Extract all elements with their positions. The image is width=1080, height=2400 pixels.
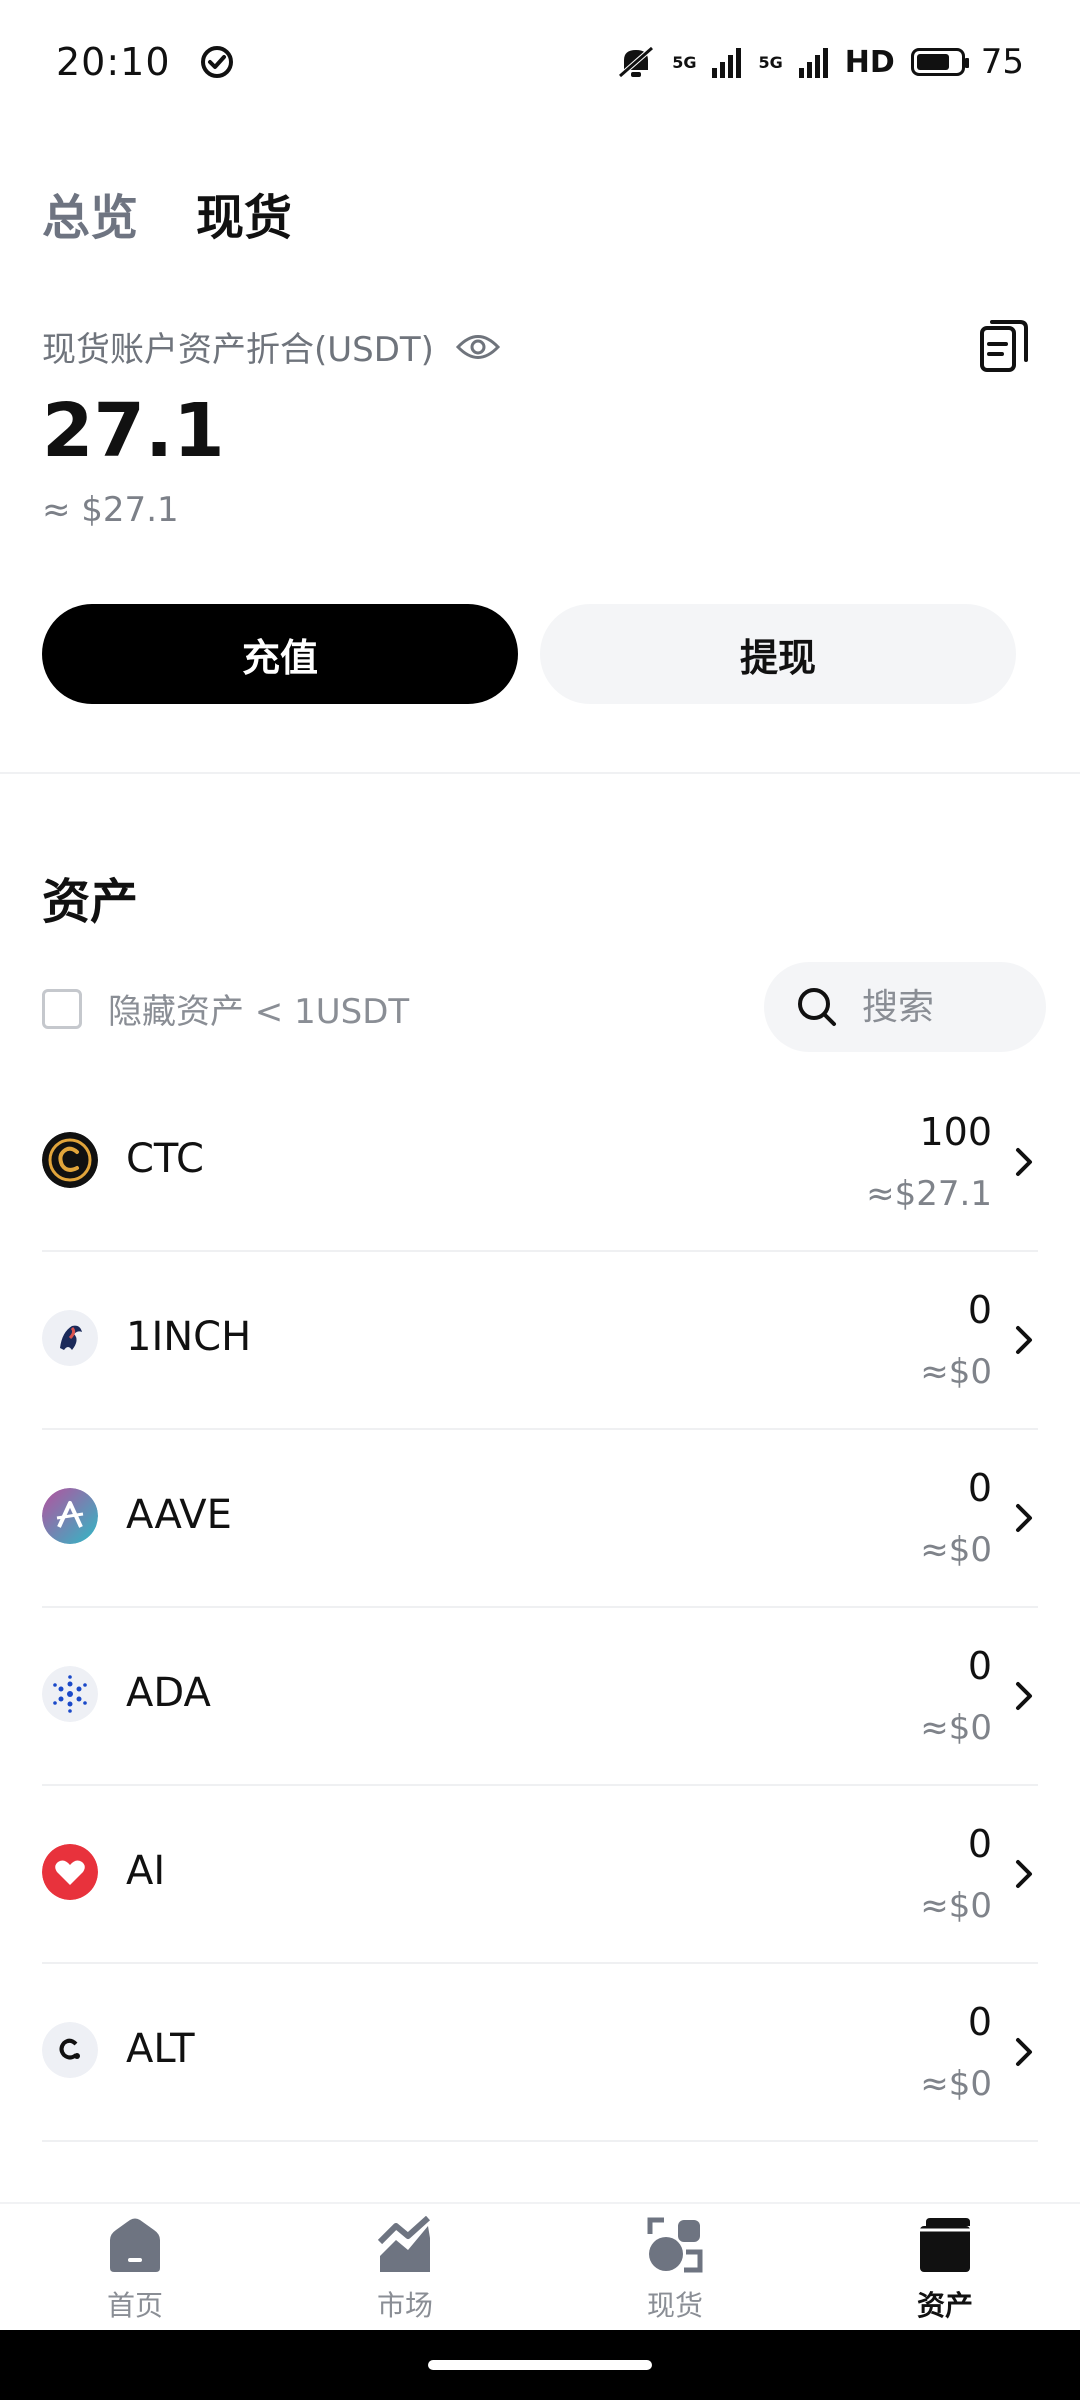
nav-item-market[interactable]: 市场	[270, 2204, 540, 2332]
coin-amount: 0	[967, 1822, 992, 1866]
nav-label: 市场	[376, 2289, 433, 2322]
chevron-right-icon	[1016, 1682, 1032, 1710]
coin-usd-value: ≈$27.1	[866, 1174, 992, 1214]
search-input[interactable]	[860, 985, 1014, 1029]
hide-small-assets-checkbox[interactable]	[42, 988, 82, 1029]
coin-amount: 0	[967, 1466, 992, 1510]
coin-usd-value: ≈$0	[920, 1530, 992, 1570]
chevron-right-icon	[1016, 1504, 1032, 1532]
balance-usd: ≈ $27.1	[42, 490, 179, 530]
coin-usd-value: ≈$0	[920, 1708, 992, 1748]
coin-usd-value: ≈$0	[920, 2064, 992, 2104]
asset-row[interactable]: AAVE 0 ≈$0	[42, 1430, 1038, 1608]
chevron-right-icon	[1016, 1148, 1032, 1176]
asset-row[interactable]: ALT 0 ≈$0	[42, 1964, 1038, 2142]
nav-item-home[interactable]: 首页	[0, 2204, 270, 2332]
coin-amount: 0	[967, 1644, 992, 1688]
coin-amount: 100	[919, 1110, 992, 1154]
alt-coin-icon	[42, 2022, 98, 2078]
ai-coin-icon	[42, 1844, 98, 1900]
asset-row[interactable]: CTC 100 ≈$27.1	[42, 1074, 1038, 1252]
battery-percent: 75	[980, 42, 1024, 82]
coin-name: CTC	[126, 1136, 204, 1182]
withdraw-button[interactable]: 提现	[540, 604, 1016, 704]
assets-icon	[920, 2218, 970, 2272]
1inch-coin-icon	[42, 1310, 98, 1366]
top-tabs: 总览 现货	[42, 178, 292, 248]
bottom-nav: 首页 市场 现货 资产	[0, 2202, 1080, 2332]
asset-row[interactable]: ADA 0 ≈$0	[42, 1608, 1038, 1786]
chevron-right-icon	[1016, 1326, 1032, 1354]
chevron-right-icon	[1016, 2038, 1032, 2066]
nav-item-assets[interactable]: 资产	[810, 2204, 1080, 2332]
home-indicator[interactable]	[428, 2360, 652, 2370]
status-bar: 20:10 5G 5G HD 75	[0, 0, 1080, 124]
search-icon	[798, 988, 836, 1026]
market-icon	[377, 2216, 431, 2272]
signal-icon-1	[712, 48, 742, 78]
coin-amount: 0	[967, 1288, 992, 1332]
battery-icon	[910, 48, 969, 76]
balance-label: 现货账户资产折合(USDT)	[42, 330, 434, 370]
hide-small-assets-label: 隐藏资产 < 1USDT	[108, 992, 410, 1032]
status-time: 20:10	[56, 40, 171, 84]
battery-fill	[916, 54, 949, 70]
assets-title: 资产	[42, 874, 139, 930]
coin-name: ADA	[126, 1670, 211, 1716]
check-circle-icon	[200, 46, 233, 78]
spot-icon	[647, 2217, 703, 2273]
eye-icon[interactable]	[455, 332, 500, 362]
aave-coin-icon	[42, 1488, 98, 1544]
nav-label: 现货	[646, 2289, 703, 2322]
coin-name: AI	[126, 1848, 166, 1894]
network-label-1: 5G	[672, 52, 697, 72]
balance-value: 27.1	[42, 388, 225, 474]
network-label-2: 5G	[758, 52, 783, 72]
coin-usd-value: ≈$0	[920, 1352, 992, 1392]
balance-label-row: 现货账户资产折合(USDT)	[42, 322, 500, 371]
status-left: 20:10	[56, 40, 235, 84]
asset-row[interactable]: 1INCH 0 ≈$0	[42, 1252, 1038, 1430]
nav-item-spot[interactable]: 现货	[540, 2204, 810, 2332]
coin-name: ALT	[126, 2026, 195, 2072]
search-box[interactable]	[764, 962, 1046, 1052]
coin-name: AAVE	[126, 1492, 232, 1538]
mute-icon	[618, 46, 654, 78]
ada-coin-icon	[42, 1666, 98, 1722]
deposit-button[interactable]: 充值	[42, 604, 518, 704]
nav-label: 首页	[106, 2289, 163, 2322]
status-right: 5G 5G HD 75	[616, 42, 1024, 82]
hd-label: HD	[844, 44, 895, 80]
coin-name: 1INCH	[126, 1314, 252, 1360]
coin-amount: 0	[967, 2000, 992, 2044]
record-document-icon[interactable]	[978, 318, 1030, 374]
tab-overview[interactable]: 总览	[42, 178, 138, 248]
section-divider	[0, 772, 1080, 774]
coin-usd-value: ≈$0	[920, 1886, 992, 1926]
chevron-right-icon	[1016, 1860, 1032, 1888]
tab-spot[interactable]: 现货	[196, 178, 292, 248]
signal-icon-2	[798, 48, 828, 78]
nav-label: 资产	[916, 2289, 973, 2322]
hide-small-assets-row[interactable]: 隐藏资产 < 1USDT	[42, 984, 409, 1033]
home-icon	[110, 2218, 160, 2272]
asset-row[interactable]: AI 0 ≈$0	[42, 1786, 1038, 1964]
ctc-coin-icon	[42, 1132, 98, 1188]
asset-list: CTC 100 ≈$27.1 1INCH 0 ≈$0 AAVE 0 ≈$0 AD…	[42, 1074, 1038, 2142]
